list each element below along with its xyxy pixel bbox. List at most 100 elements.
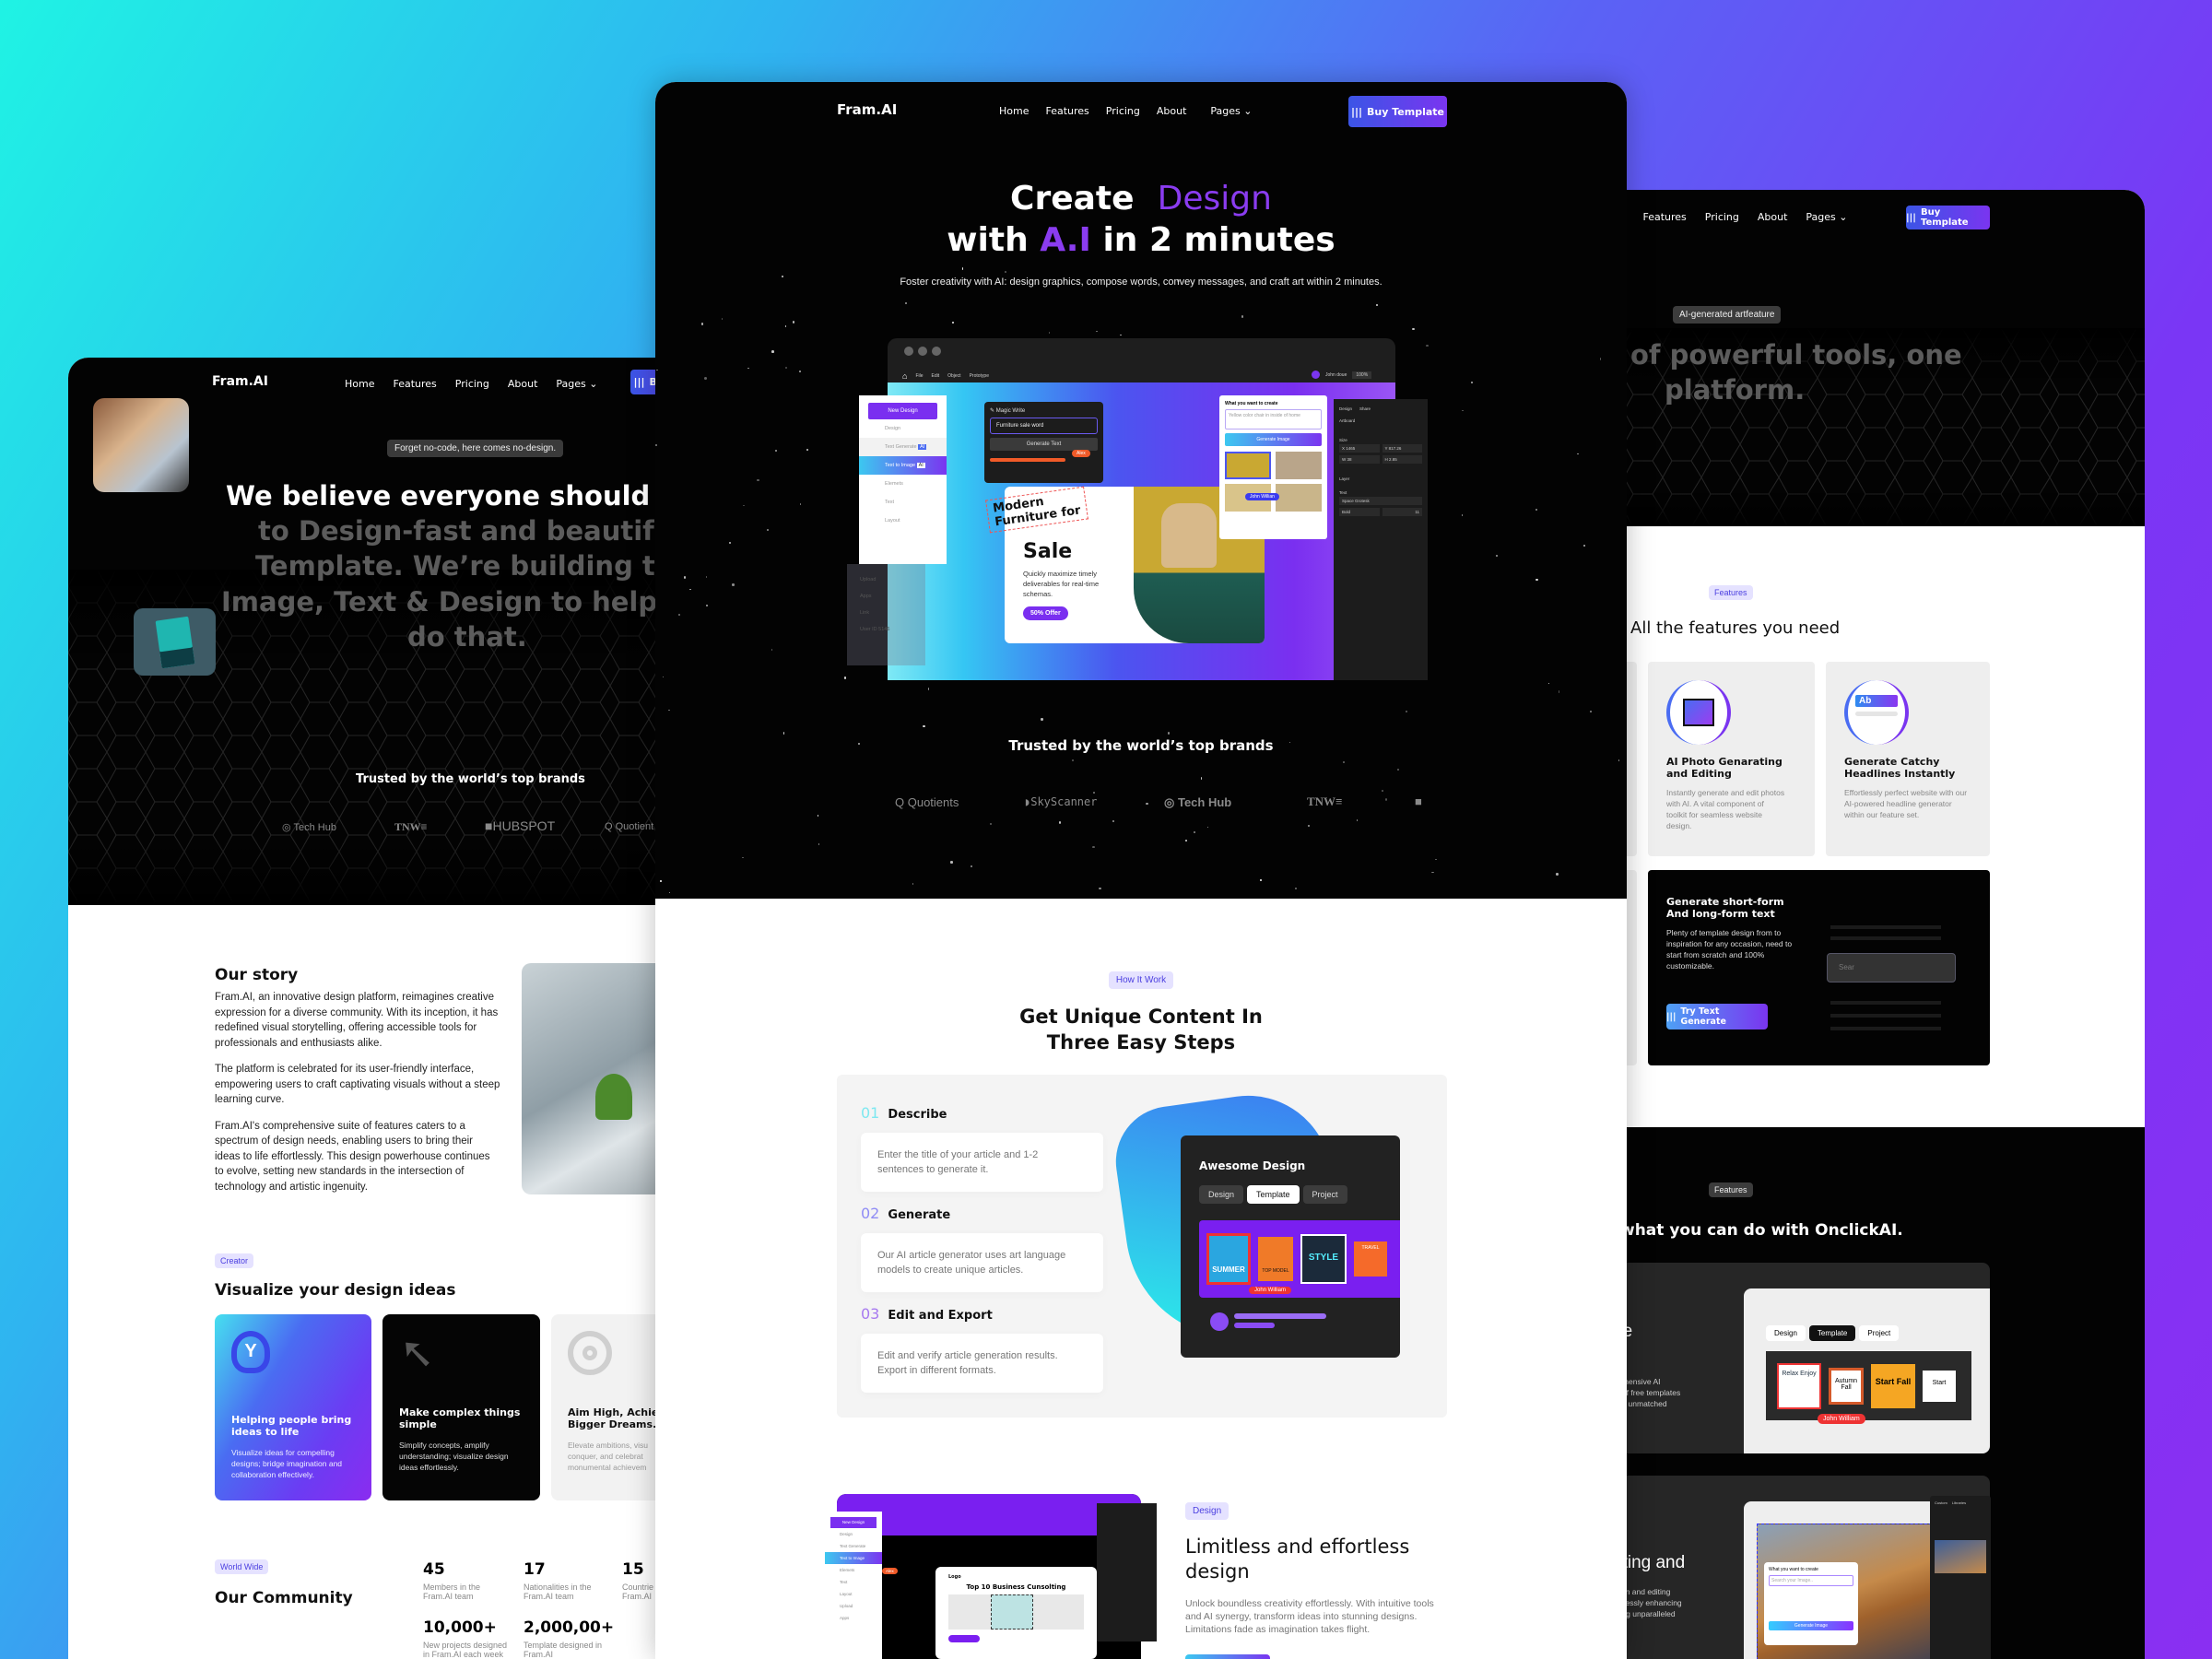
idea-card[interactable]: ➚ Make complex things simple Simplify co… [382,1314,540,1500]
template-thumb[interactable]: Start [1923,1370,1956,1402]
search-image-input[interactable]: Search your Image.. [1769,1575,1853,1586]
try-text-generate-button[interactable]: ||| Try Text Generate [1666,1004,1768,1030]
brand-tech-hub: ◎ Tech Hub [1164,795,1232,809]
result-thumb[interactable] [1276,452,1322,479]
buy-template-button[interactable]: ||| Buy Template [1348,96,1447,127]
tab-libraries[interactable]: Libraries [1952,1500,1966,1505]
cursor-user-tag: John William [1249,1287,1292,1294]
nav-features[interactable]: Features [1045,105,1088,117]
tab-project[interactable]: Project [1859,1325,1900,1341]
search-input[interactable]: Sear [1827,953,1956,982]
nav-home[interactable]: Home [999,105,1029,117]
tab-template[interactable]: Template [1247,1185,1300,1204]
sidebar-item-apps[interactable]: Apps [860,588,925,605]
menu-file[interactable]: File [915,373,923,379]
sidebar-item[interactable]: Text [825,1576,882,1588]
buy-template-button[interactable]: ||| Buy Template [1906,206,1990,229]
sidebar-item-text-generate[interactable]: Text Generate AI [859,438,947,456]
new-design-button[interactable]: New Design [868,403,937,419]
logo[interactable]: Fram.AI [837,101,897,118]
sidebar-item[interactable]: Text Generate [825,1540,882,1552]
star-dot [1095,331,1099,333]
template-thumb[interactable]: Relax Enjoy [1777,1362,1821,1409]
card-title: Helping people bring ideas to life [231,1414,352,1438]
sidebar-item-link[interactable]: Link [860,605,925,621]
magic-input[interactable]: Furniture sale word [990,418,1098,434]
template-thumb[interactable]: SUMMER [1206,1233,1251,1285]
generate-image-button[interactable]: Generate Image [1225,433,1322,446]
idea-card[interactable]: Y Helping people bring ideas to life Vis… [215,1314,371,1500]
tab-design[interactable]: Design [1766,1325,1806,1341]
tab-project[interactable]: Project [1302,1185,1347,1204]
card-title: Generate Catchy Headlines Instantly [1844,756,1956,780]
new-design-button[interactable]: New Design [830,1517,877,1528]
font-select[interactable]: Space Grotesk [1339,497,1422,505]
design-cta-button[interactable] [1185,1654,1270,1659]
logo[interactable]: Fram.AI [212,374,268,389]
tab-design[interactable]: Design [1339,405,1352,413]
nav-home[interactable]: Home [345,378,374,390]
star-dot [1092,845,1095,848]
nav-about[interactable]: About [508,378,538,390]
menu-edit[interactable]: Edit [932,373,940,379]
weight-select[interactable]: Bold [1339,508,1380,516]
field-w[interactable]: W 38 [1339,455,1380,464]
font-size-field[interactable]: 11 [1382,508,1422,516]
sidebar-item[interactable]: Text to Image [825,1552,882,1564]
zoom-select[interactable]: 100% [1352,371,1372,379]
star-dot [1200,777,1203,780]
tab-custom[interactable]: Custom [1935,1500,1947,1505]
nav-pricing[interactable]: Pricing [1106,105,1140,117]
sidebar-item[interactable]: Layout [825,1588,882,1600]
template-thumb[interactable]: Start Fall [1871,1363,1915,1408]
field-h[interactable]: H 2.85 [1382,455,1422,464]
tab-design[interactable]: Design [1199,1185,1244,1204]
field-x[interactable]: X 1465 [1339,444,1380,453]
nav-pages[interactable]: Pages ⌄ [1210,105,1252,117]
offer-button[interactable]: 50% Offer [1023,606,1068,620]
nav-about[interactable]: About [1157,105,1187,117]
generate-image-button[interactable]: Generate Image [1769,1621,1853,1630]
nav-about[interactable]: About [1758,211,1788,223]
sidebar-item-text[interactable]: Text [859,493,947,512]
sidebar-item[interactable]: Design [825,1528,882,1540]
field-y[interactable]: Y 817.26 [1382,444,1422,453]
nav-features[interactable]: Features [1642,211,1686,223]
nav-features[interactable]: Features [393,378,436,390]
nav-pages[interactable]: Pages ⌄ [1806,211,1847,223]
sidebar-item[interactable]: Upload [825,1600,882,1612]
sidebar-item-layout[interactable]: Layout [859,512,947,530]
nav-pages[interactable]: Pages ⌄ [556,378,597,390]
stat-label: Template designed in Fram.AI [524,1641,603,1659]
result-thumb[interactable] [1225,452,1271,479]
star-dot [1059,821,1062,824]
ai-tag: AI [916,463,925,468]
nav-pricing[interactable]: Pricing [1705,211,1739,223]
sidebar-item-text-to-image[interactable]: Text to Image AI [859,456,947,475]
generate-text-button[interactable]: Generate Text [990,438,1098,451]
chair-icon [1161,503,1217,568]
template-thumb[interactable]: TRAVEL [1354,1241,1387,1277]
result-thumb[interactable] [1276,484,1322,512]
star-dot [1308,824,1310,828]
menu-prototype[interactable]: Prototype [970,373,989,379]
template-thumb[interactable]: STYLE [1300,1234,1347,1284]
cursor-user-tag: Alex [1072,450,1090,457]
onclick-title: what you can do with OnclickAI. [1620,1221,1903,1240]
popup-title: What you want to create [1769,1567,1818,1572]
sidebar-item-upload[interactable]: Upload [860,571,925,588]
feature-card[interactable]: AI Photo Genarating and Editing Instantl… [1648,662,1815,856]
tab-share[interactable]: Share [1359,405,1371,413]
sidebar-item-design[interactable]: Design [859,419,947,438]
sidebar-item[interactable]: Elemets [825,1564,882,1576]
menu-object[interactable]: Object [947,373,960,379]
sidebar-item-elements[interactable]: Elemets [859,475,947,493]
template-thumb[interactable]: TOP MODEL [1258,1237,1293,1281]
prompt-input[interactable]: Yellow color chair in inside of home [1225,409,1322,429]
sidebar-item[interactable]: Apps [825,1612,882,1624]
feature-card[interactable]: Ab Generate Catchy Headlines Instantly E… [1826,662,1990,856]
nav-pricing[interactable]: Pricing [455,378,489,390]
template-thumb[interactable]: Autumn Fall [1829,1367,1864,1405]
home-icon[interactable]: ⌂ [902,371,907,381]
tab-template[interactable]: Template [1808,1325,1856,1341]
